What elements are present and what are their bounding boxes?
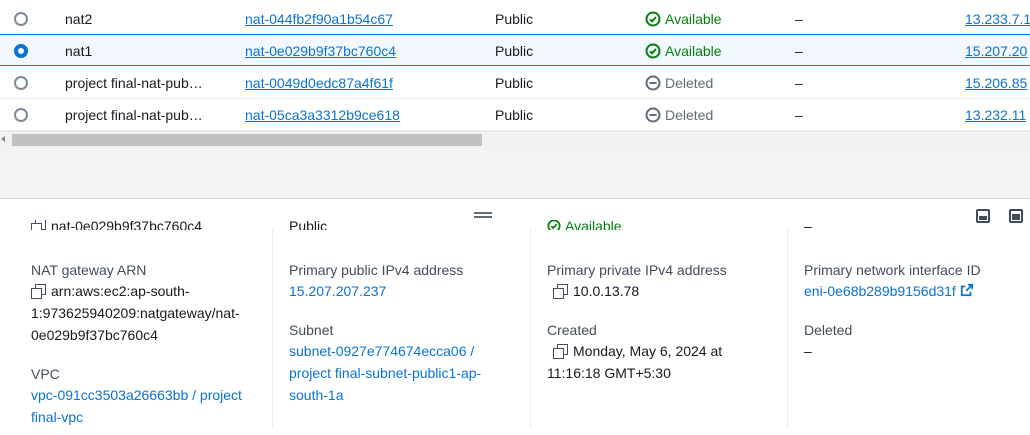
empty-value: – [795, 11, 803, 27]
panel-position-bottom-icon[interactable] [976, 209, 990, 223]
panel-resize-handle-icon[interactable] [474, 212, 492, 220]
column-divider [272, 229, 273, 429]
nat-gateway-id-link[interactable]: nat-0e029b9f37bc760c4 [245, 35, 396, 67]
nat-gateways-table: nat2 nat-044fb2f90a1b54c67 Public Available… [0, 0, 1030, 131]
details-column-3: Available Primary private IPv4 address 1… [547, 220, 787, 435]
created-value: Monday, May 6, 2024 at 11:16:18 GMT+5:30 [547, 343, 723, 381]
eni-link[interactable]: eni-0e68b289b9156d31f [804, 283, 956, 299]
table-row[interactable]: nat1 nat-0e029b9f37bc760c4 Public Available… [0, 34, 1030, 66]
state-label: Deleted [665, 107, 714, 123]
details-column-1: nat-0e029b9f37bc760c4 NAT gateway ARN ar… [31, 220, 271, 435]
nat-gateway-name: nat2 [65, 11, 93, 27]
subnet-link[interactable]: subnet-0927e774674ecca06 / project final… [289, 340, 529, 406]
nat-arn-value: arn:aws:ec2:ap-south- 1:973625940209:nat… [31, 283, 240, 343]
state-label: Available [665, 43, 722, 59]
state-cell: Deleted [645, 99, 713, 131]
private-ip-field: Primary private IPv4 address 10.0.13.78 [547, 260, 787, 302]
private-ip-value: 10.0.13.78 [547, 280, 787, 302]
check-circle-icon [645, 11, 661, 27]
subnet-label: Subnet [289, 322, 334, 338]
nat-gateway-id-link[interactable]: nat-0049d0edc87a4f61f [245, 67, 393, 99]
copy-icon[interactable] [31, 220, 46, 230]
deleted-field: Deleted – [804, 320, 1024, 362]
details-split-panel: nat-0e029b9f37bc760c4 NAT gateway ARN ar… [0, 199, 1030, 435]
check-circle-icon [547, 220, 561, 230]
state-label: Deleted [665, 75, 714, 91]
row-select-radio[interactable] [14, 76, 28, 90]
copy-icon[interactable] [31, 284, 46, 300]
elastic-ip-link[interactable]: 15.207.20 [965, 35, 1027, 67]
subnet-field: Subnet subnet-0927e774674ecca06 / projec… [289, 320, 529, 406]
nat-id-value-cut: nat-0e029b9f37bc760c4 [31, 220, 202, 230]
state-value-cut: Available [547, 220, 622, 230]
vpc-label: VPC [31, 366, 60, 382]
created-field: Created Monday, May 6, 2024 at 11:16:18 … [547, 320, 787, 384]
empty-value: – [795, 107, 803, 123]
state-cell: Available [645, 35, 722, 67]
elastic-ip-link[interactable]: 13.232.11 [965, 99, 1026, 131]
table-horizontal-scrollbar[interactable] [0, 131, 1030, 147]
nat-gateway-name: nat1 [65, 43, 93, 59]
private-ip-label: Primary private IPv4 address [547, 262, 727, 278]
public-ip-label: Primary public IPv4 address [289, 262, 464, 278]
deleted-value: – [804, 343, 812, 359]
col4-value-cut: – [804, 220, 812, 230]
copy-icon[interactable] [553, 284, 568, 300]
public-ip-link[interactable]: 15.207.207.237 [289, 280, 529, 302]
details-column-2: Public Primary public IPv4 address 15.20… [289, 220, 529, 435]
table-row[interactable]: project final-nat-pub… nat-0049d0edc87a4f… [0, 67, 1030, 99]
connectivity-type: Public [495, 75, 534, 91]
eni-value: eni-0e68b289b9156d31f [804, 280, 1024, 302]
eni-label: Primary network interface ID [804, 262, 981, 278]
state-cell: Available [645, 3, 722, 35]
column-divider [530, 229, 531, 429]
nat-gateway-id-link[interactable]: nat-044fb2f90a1b54c67 [245, 3, 393, 35]
row-select-radio[interactable] [14, 12, 28, 26]
elastic-ip-link[interactable]: 15.206.85 [965, 67, 1027, 99]
connectivity-value-cut: Public [289, 220, 328, 230]
scroll-left-arrow-icon[interactable] [1, 136, 5, 142]
deleted-label: Deleted [804, 322, 853, 338]
details-column-4: – Primary network interface ID eni-0e68b… [804, 220, 1024, 435]
check-circle-icon [645, 43, 661, 59]
nat-arn-field: NAT gateway ARN arn:aws:ec2:ap-south- 1:… [31, 260, 271, 346]
eni-field: Primary network interface ID eni-0e68b28… [804, 260, 1024, 302]
nat-gateway-name: project final-nat-pub… [65, 107, 203, 123]
connectivity-type: Public [495, 11, 534, 27]
nat-gateway-name: project final-nat-pub… [65, 75, 203, 91]
table-row[interactable]: nat2 nat-044fb2f90a1b54c67 Public Available… [0, 3, 1030, 35]
empty-value: – [795, 43, 803, 59]
panel-position-side-icon[interactable] [1009, 209, 1023, 223]
table-footer-area [0, 147, 1030, 199]
state-label: Available [665, 11, 722, 27]
column-divider [787, 229, 788, 429]
public-ip-field: Primary public IPv4 address 15.207.207.2… [289, 260, 529, 302]
vpc-link[interactable]: vpc-091cc3503a26663bb / project final-vp… [31, 384, 271, 428]
vpc-field: VPC vpc-091cc3503a26663bb / project fina… [31, 364, 271, 428]
scrollbar-thumb[interactable] [12, 134, 482, 146]
empty-value: – [795, 75, 803, 91]
row-select-radio[interactable] [14, 44, 28, 58]
state-cell: Deleted [645, 67, 713, 99]
external-link-icon[interactable] [960, 283, 974, 297]
nat-arn-label: NAT gateway ARN [31, 262, 147, 278]
created-label: Created [547, 322, 597, 338]
connectivity-type: Public [495, 107, 534, 123]
connectivity-type: Public [495, 43, 534, 59]
row-select-radio[interactable] [14, 108, 28, 122]
table-row[interactable]: project final-nat-pub… nat-05ca3a3312b9ce… [0, 99, 1030, 131]
minus-circle-icon [645, 107, 661, 123]
minus-circle-icon [645, 75, 661, 91]
elastic-ip-link[interactable]: 13.233.7.1 [965, 3, 1030, 35]
nat-gateway-id-link[interactable]: nat-05ca3a3312b9ce618 [245, 99, 400, 131]
copy-icon[interactable] [553, 344, 568, 360]
